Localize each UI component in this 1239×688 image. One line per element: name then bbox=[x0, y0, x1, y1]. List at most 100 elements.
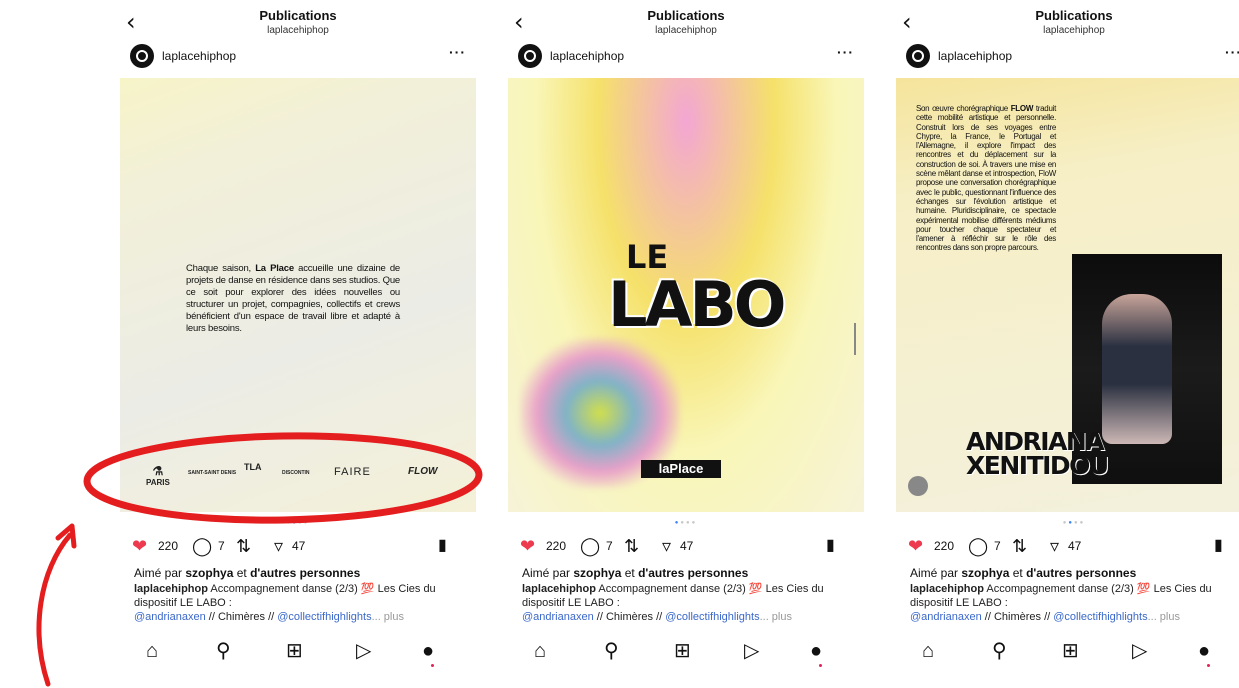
username[interactable]: laplacehiphop bbox=[162, 49, 236, 63]
repost-icon[interactable]: ⇅ bbox=[624, 535, 639, 557]
home-icon[interactable]: ⌂ bbox=[146, 640, 158, 662]
liked-by-prefix: Aimé par bbox=[522, 566, 574, 580]
plus-square-icon[interactable]: ⊞ bbox=[286, 640, 303, 662]
caption-separator: // Chimères // bbox=[205, 611, 278, 623]
caption-username[interactable]: laplacehiphop bbox=[134, 583, 208, 595]
post-media-slide[interactable]: LE LABO laPlace bbox=[508, 78, 864, 512]
page-title: Publications bbox=[647, 8, 725, 23]
mention-link[interactable]: @andrianaxen bbox=[134, 611, 206, 623]
header: ‹ Publications laplacehiphop bbox=[896, 8, 1239, 44]
heart-icon[interactable]: ❤ bbox=[908, 535, 923, 557]
faire-logo: FAIRE bbox=[334, 466, 371, 478]
more-options-icon[interactable]: ··· bbox=[837, 44, 854, 60]
search-icon[interactable]: ⚲ bbox=[992, 640, 1007, 662]
caption-username[interactable]: laplacehiphop bbox=[522, 583, 596, 595]
likes-count: 220 bbox=[158, 539, 179, 553]
mention-link[interactable]: @collectifhighlights bbox=[665, 611, 759, 623]
liked-by-line[interactable]: Aimé par szophya et d'autres personnes bbox=[522, 566, 852, 580]
bottom-nav: ⌂ ⚲ ⊞ ▷ ● bbox=[508, 636, 864, 672]
send-icon[interactable]: ▿ bbox=[662, 535, 671, 557]
reels-icon[interactable]: ▷ bbox=[356, 640, 371, 662]
mention-link[interactable]: @andrianaxen bbox=[910, 611, 982, 623]
paris-logo: ⚗ PARIS bbox=[146, 464, 170, 487]
post-caption: laplacehiphop Accompagnement danse (2/3)… bbox=[522, 582, 852, 624]
page-subtitle: laplacehiphop bbox=[267, 25, 329, 36]
action-bar: ❤ 220 ◯ 7 ⇅ ▿ 47 ▮ bbox=[520, 535, 850, 559]
arrow-head bbox=[55, 523, 77, 549]
phone-screen-3: ‹ Publications laplacehiphop laplacehiph… bbox=[896, 0, 1239, 688]
comment-icon[interactable]: ◯ bbox=[580, 535, 600, 557]
profile-icon[interactable]: ● bbox=[422, 640, 434, 662]
liked-by-others[interactable]: d'autres personnes bbox=[638, 566, 748, 580]
liked-by-user[interactable]: szophya bbox=[185, 566, 233, 580]
bookmark-icon[interactable]: ▮ bbox=[438, 535, 447, 557]
comments-count: 7 bbox=[218, 539, 225, 553]
laplace-logo: laPlace bbox=[641, 460, 721, 478]
mention-link[interactable]: @andrianaxen bbox=[522, 611, 594, 623]
partner-logos: ⚗ PARIS SAINT-SAINT DENIS TLA DISCONTIN F… bbox=[142, 458, 454, 492]
carousel-indicator: ●●●● bbox=[1062, 520, 1086, 526]
mention-link[interactable]: @collectifhighlights bbox=[277, 611, 371, 623]
avatar[interactable] bbox=[906, 44, 930, 68]
more-link[interactable]: ... plus bbox=[1148, 611, 1180, 623]
mention-link[interactable]: @collectifhighlights bbox=[1053, 611, 1147, 623]
discontin-logo: DISCONTIN bbox=[282, 470, 310, 476]
action-bar: ❤ 220 ◯ 7 ⇅ ▿ 47 ▮ bbox=[908, 535, 1238, 559]
plus-square-icon[interactable]: ⊞ bbox=[1062, 640, 1079, 662]
comment-icon[interactable]: ◯ bbox=[968, 535, 988, 557]
username[interactable]: laplacehiphop bbox=[550, 49, 624, 63]
send-icon[interactable]: ▿ bbox=[1050, 535, 1059, 557]
profile-icon[interactable]: ● bbox=[810, 640, 822, 662]
reels-icon[interactable]: ▷ bbox=[744, 640, 759, 662]
liked-by-middle: et bbox=[233, 566, 251, 580]
liked-by-user[interactable]: szophya bbox=[961, 566, 1009, 580]
post-media-slide[interactable]: Chaque saison, La Place accueille une di… bbox=[120, 78, 476, 512]
page-subtitle: laplacehiphop bbox=[1043, 25, 1105, 36]
shares-count: 47 bbox=[292, 539, 306, 553]
heart-icon[interactable]: ❤ bbox=[520, 535, 535, 557]
phone-screen-2: ‹ Publications laplacehiphop laplacehiph… bbox=[508, 0, 864, 688]
more-options-icon[interactable]: ··· bbox=[1225, 44, 1239, 60]
repost-icon[interactable]: ⇅ bbox=[236, 535, 251, 557]
saint-denis-logo: SAINT-SAINT DENIS bbox=[188, 470, 237, 476]
bookmark-icon[interactable]: ▮ bbox=[826, 535, 835, 557]
liked-by-user[interactable]: szophya bbox=[573, 566, 621, 580]
caption-username[interactable]: laplacehiphop bbox=[910, 583, 984, 595]
search-icon[interactable]: ⚲ bbox=[216, 640, 231, 662]
artist-name-line: XENITIDOU bbox=[966, 451, 1109, 480]
profile-icon[interactable]: ● bbox=[1198, 640, 1210, 662]
avatar[interactable] bbox=[130, 44, 154, 68]
home-icon[interactable]: ⌂ bbox=[922, 640, 934, 662]
logo-label: PARIS bbox=[146, 478, 170, 487]
liked-by-line[interactable]: Aimé par szophya et d'autres personnes bbox=[910, 566, 1239, 580]
page-title: Publications bbox=[1035, 8, 1113, 23]
carousel-indicator: ●●●● bbox=[674, 520, 698, 526]
repost-icon[interactable]: ⇅ bbox=[1012, 535, 1027, 557]
comment-icon[interactable]: ◯ bbox=[192, 535, 212, 557]
more-link[interactable]: ... plus bbox=[760, 611, 792, 623]
username[interactable]: laplacehiphop bbox=[938, 49, 1012, 63]
bookmark-icon[interactable]: ▮ bbox=[1214, 535, 1223, 557]
liked-by-line[interactable]: Aimé par szophya et d'autres personnes bbox=[134, 566, 464, 580]
tagged-user-icon[interactable] bbox=[908, 476, 928, 496]
send-icon[interactable]: ▿ bbox=[274, 535, 283, 557]
plus-square-icon[interactable]: ⊞ bbox=[674, 640, 691, 662]
text-bold: La Place bbox=[255, 263, 294, 274]
avatar[interactable] bbox=[518, 44, 542, 68]
heart-icon[interactable]: ❤ bbox=[132, 535, 147, 557]
annotation-arrow bbox=[36, 532, 73, 687]
slide-text: Chaque saison, La Place accueille une di… bbox=[186, 263, 400, 335]
bottom-nav: ⌂ ⚲ ⊞ ▷ ● bbox=[896, 636, 1239, 672]
liked-by-others[interactable]: d'autres personnes bbox=[1026, 566, 1136, 580]
more-options-icon[interactable]: ··· bbox=[449, 44, 466, 60]
liked-by-others[interactable]: d'autres personnes bbox=[250, 566, 360, 580]
reels-icon[interactable]: ▷ bbox=[1132, 640, 1147, 662]
more-link[interactable]: ... plus bbox=[372, 611, 404, 623]
search-icon[interactable]: ⚲ bbox=[604, 640, 619, 662]
video-scrubber[interactable] bbox=[854, 323, 856, 355]
home-icon[interactable]: ⌂ bbox=[534, 640, 546, 662]
liked-by-prefix: Aimé par bbox=[134, 566, 186, 580]
post-media-slide[interactable]: Son œuvre chorégraphique FLOW traduit ce… bbox=[896, 78, 1239, 512]
text-part: Son œuvre chorégraphique bbox=[916, 104, 1011, 113]
dancer-figure bbox=[1102, 294, 1172, 444]
